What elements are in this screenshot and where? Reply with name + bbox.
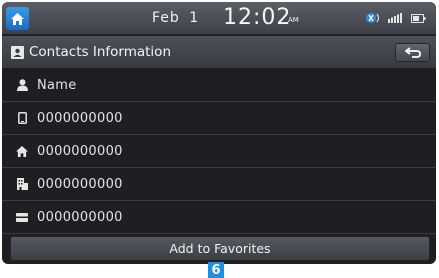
home-icon: [11, 12, 24, 25]
status-ampm: AM: [288, 16, 299, 24]
status-date-day: 1: [189, 10, 200, 26]
battery-icon: [411, 13, 426, 23]
contact-card-icon: [11, 46, 24, 59]
bluetooth-phone-icon: [366, 13, 380, 23]
back-button[interactable]: [395, 43, 430, 62]
contact-other-number: 0000000000: [37, 209, 123, 225]
status-icons: [365, 12, 426, 24]
home-icon: [15, 144, 29, 158]
title-bar: Contacts Information: [2, 36, 436, 68]
contact-mobile-number: 0000000000: [37, 110, 123, 126]
office-icon: [15, 177, 29, 191]
mobile-phone-icon: [15, 111, 29, 125]
back-arrow-icon: [404, 47, 421, 58]
status-date-month: Feb: [152, 10, 180, 26]
signal-strength-icon: [388, 13, 402, 23]
contact-name-row: Name: [2, 69, 436, 102]
page-title: Contacts Information: [29, 44, 171, 60]
person-icon: [15, 78, 29, 92]
contact-name: Name: [37, 77, 77, 93]
contact-office-number: 0000000000: [37, 176, 123, 192]
contact-home-number: 0000000000: [37, 143, 123, 159]
head-unit-screen: Feb 1 12:02 AM Contacts Information Name…: [2, 2, 436, 264]
callout-marker: 6: [208, 262, 224, 278]
contact-home-row[interactable]: 0000000000: [2, 135, 436, 168]
contact-mobile-row[interactable]: 0000000000: [2, 102, 436, 135]
other-number-icon: [15, 210, 29, 224]
add-to-favorites-button[interactable]: Add to Favorites: [10, 236, 430, 261]
contact-other-row[interactable]: 0000000000: [2, 201, 436, 234]
status-bar: Feb 1 12:02 AM: [2, 2, 436, 35]
home-button[interactable]: [6, 7, 29, 30]
status-time: 12:02: [223, 5, 292, 30]
contact-office-row[interactable]: 0000000000: [2, 168, 436, 201]
status-date: Feb 1: [152, 10, 199, 26]
